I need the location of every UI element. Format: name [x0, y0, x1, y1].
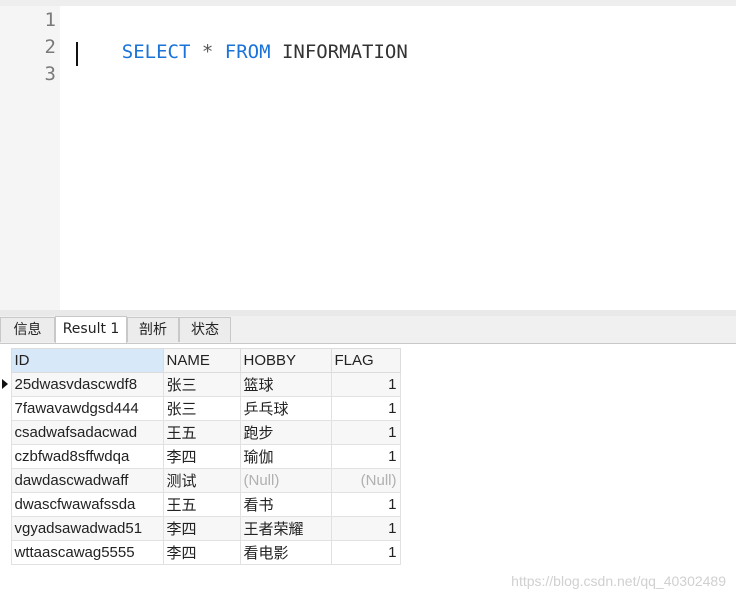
tab-profile[interactable]: 剖析 [127, 317, 179, 342]
table-row[interactable]: wttaascawag5555 李四 看电影 1 [0, 540, 401, 565]
line-number: 2 [44, 36, 56, 58]
cell-hobby[interactable]: 王者荣耀 [239, 516, 332, 541]
row-indicator [0, 468, 11, 493]
text-caret [76, 42, 78, 66]
cell-id[interactable]: vgyadsawadwad51 [10, 516, 164, 541]
cell-id[interactable]: csadwafsadacwad [10, 420, 164, 445]
operator-star: * [201, 41, 214, 63]
line-number: 3 [44, 63, 56, 85]
row-indicator [0, 540, 11, 565]
cell-flag[interactable]: 1 [330, 444, 401, 469]
result-tab-bar: 信息 Result 1 剖析 状态 [0, 316, 736, 344]
tab-status[interactable]: 状态 [179, 317, 231, 342]
cell-id[interactable]: wttaascawag5555 [10, 540, 164, 565]
watermark: https://blog.csdn.net/qq_40302489 [511, 573, 726, 589]
table-row[interactable]: csadwafsadacwad 王五 跑步 1 [0, 420, 401, 445]
table-name: INFORMATION [281, 41, 408, 63]
cell-hobby[interactable]: 跑步 [239, 420, 332, 445]
cell-name[interactable]: 测试 [162, 468, 241, 493]
cell-flag[interactable]: 1 [330, 516, 401, 541]
line-number: 1 [44, 9, 56, 31]
keyword-select: SELECT [121, 41, 191, 63]
cell-id[interactable]: 25dwasvdascwdf8 [10, 372, 164, 397]
table-row[interactable]: 7fawavawdgsd444 张三 乒乓球 1 [0, 396, 401, 421]
cell-name[interactable]: 张三 [162, 372, 241, 397]
cell-id[interactable]: czbfwad8sffwdqa [10, 444, 164, 469]
column-header-flag[interactable]: FLAG [330, 348, 401, 373]
table-row[interactable]: dawdascwadwaff 测试 (Null) (Null) [0, 468, 401, 493]
column-header-hobby[interactable]: HOBBY [239, 348, 332, 373]
cell-hobby[interactable]: 看书 [239, 492, 332, 517]
cell-name[interactable]: 张三 [162, 396, 241, 421]
table-row[interactable]: dwascfwawafssda 王五 看书 1 [0, 492, 401, 517]
row-indicator [0, 516, 11, 541]
row-indicator [0, 420, 11, 445]
row-indicator [0, 396, 11, 421]
cell-name[interactable]: 李四 [162, 444, 241, 469]
header-indicator [0, 348, 11, 373]
result-grid-area: ID NAME HOBBY FLAG 25dwasvdascwdf8 张三 篮球… [0, 344, 736, 599]
cell-name[interactable]: 李四 [162, 540, 241, 565]
cell-flag[interactable]: 1 [330, 540, 401, 565]
cell-id[interactable]: dwascfwawafssda [10, 492, 164, 517]
cell-name[interactable]: 王五 [162, 420, 241, 445]
cell-flag[interactable]: 1 [330, 396, 401, 421]
row-indicator [0, 444, 11, 469]
code-line-1[interactable]: SELECT * FROM INFORMATION [76, 12, 408, 63]
tab-info[interactable]: 信息 [0, 317, 55, 342]
column-header-name[interactable]: NAME [162, 348, 241, 373]
cell-name[interactable]: 王五 [162, 492, 241, 517]
cell-hobby[interactable]: 瑜伽 [239, 444, 332, 469]
table-row[interactable]: 25dwasvdascwdf8 张三 篮球 1 [0, 372, 401, 397]
sql-editor[interactable]: SELECT * FROM INFORMATION [60, 6, 736, 310]
cell-flag-null[interactable]: (Null) [330, 468, 401, 493]
column-header-id[interactable]: ID [10, 348, 164, 373]
current-row-indicator [0, 372, 11, 397]
cell-flag[interactable]: 1 [330, 420, 401, 445]
cell-flag[interactable]: 1 [330, 372, 401, 397]
row-indicator [0, 492, 11, 517]
cell-name[interactable]: 李四 [162, 516, 241, 541]
cell-id[interactable]: dawdascwadwaff [10, 468, 164, 493]
tab-result-1[interactable]: Result 1 [55, 316, 127, 343]
cell-hobby-null[interactable]: (Null) [239, 468, 332, 493]
table-row[interactable]: czbfwad8sffwdqa 李四 瑜伽 1 [0, 444, 401, 469]
cell-hobby[interactable]: 看电影 [239, 540, 332, 565]
result-grid: ID NAME HOBBY FLAG 25dwasvdascwdf8 张三 篮球… [0, 348, 401, 565]
cell-hobby[interactable]: 篮球 [239, 372, 332, 397]
table-row[interactable]: vgyadsawadwad51 李四 王者荣耀 1 [0, 516, 401, 541]
keyword-from: FROM [224, 41, 271, 63]
cell-flag[interactable]: 1 [330, 492, 401, 517]
cell-hobby[interactable]: 乒乓球 [239, 396, 332, 421]
editor-gutter: 1 2 3 [0, 6, 60, 310]
row-pointer-icon [2, 379, 9, 389]
cell-id[interactable]: 7fawavawdgsd444 [10, 396, 164, 421]
